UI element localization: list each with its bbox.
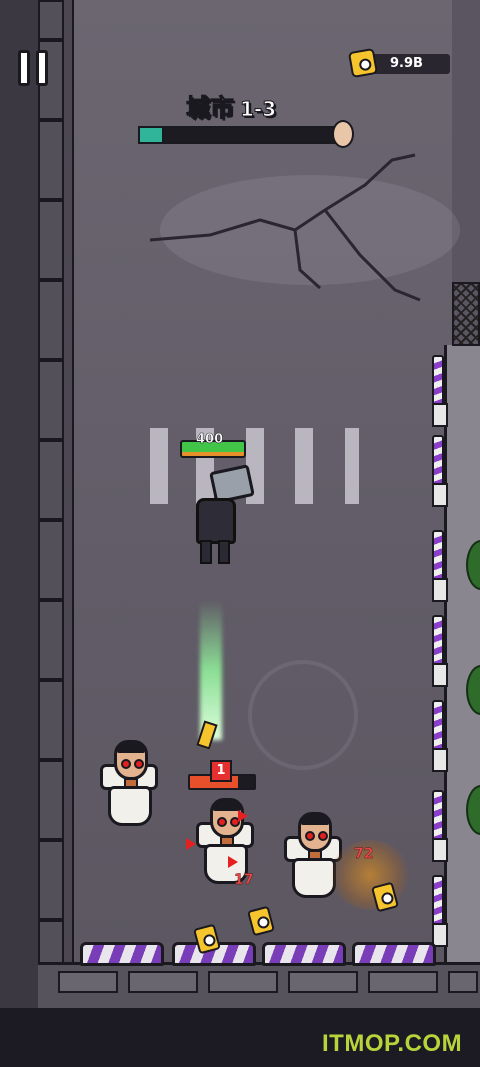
- hit-arrow-icon: [186, 838, 196, 850]
- currency-value: 9.9B: [390, 56, 423, 71]
- right-sidewalk: [444, 345, 480, 965]
- bollard: [432, 355, 448, 427]
- laser-beam: [200, 600, 222, 740]
- player-body: [196, 498, 236, 544]
- striped-barrier: [352, 942, 436, 966]
- chain-fence: [452, 282, 480, 346]
- enemy-level-badge: 1: [210, 760, 232, 782]
- start-flag-icon: [138, 126, 164, 144]
- striped-barrier: [80, 942, 164, 966]
- crosswalk-stripe: [295, 428, 313, 504]
- player-hp-value: 400: [196, 432, 224, 448]
- cameraman-player: [188, 464, 255, 568]
- game-scene: 400 1 17 72 9.9B 城市 1-3 ITMOP.COM: [0, 0, 480, 1067]
- crosswalk-stripe: [150, 428, 168, 504]
- bollard: [432, 530, 448, 602]
- skibidi-toilet-enemy: [100, 740, 162, 832]
- boss-head-icon: [332, 120, 354, 148]
- crosswalk-stripe: [345, 428, 359, 504]
- pause-icon: [18, 50, 30, 86]
- stage-title: 城市 1-3: [186, 88, 277, 123]
- road-crack: [149, 153, 421, 302]
- damage-number: 17: [234, 872, 254, 888]
- hit-arrow-icon: [228, 856, 238, 868]
- striped-barrier: [262, 942, 346, 966]
- road-manhole: [248, 660, 358, 770]
- bollard: [432, 615, 448, 687]
- watermark: ITMOP.COM: [322, 1030, 463, 1057]
- bollard: [432, 700, 448, 772]
- toilet-paper-icon: [347, 47, 379, 79]
- bottom-wall: [38, 962, 480, 1010]
- player-hp-subfill: [182, 452, 244, 456]
- wall-edge: [62, 0, 74, 1010]
- damage-number: 72: [354, 846, 374, 862]
- pause-button[interactable]: [18, 50, 52, 86]
- stage-level: 1-3: [239, 97, 277, 122]
- currency-display: 9.9B: [347, 47, 450, 79]
- bollard: [432, 790, 448, 862]
- bollard: [432, 875, 448, 947]
- hit-arrow-icon: [238, 810, 248, 822]
- bollard: [432, 435, 448, 507]
- stage-progress-bar: [138, 126, 340, 144]
- stage-name: 城市: [186, 94, 235, 123]
